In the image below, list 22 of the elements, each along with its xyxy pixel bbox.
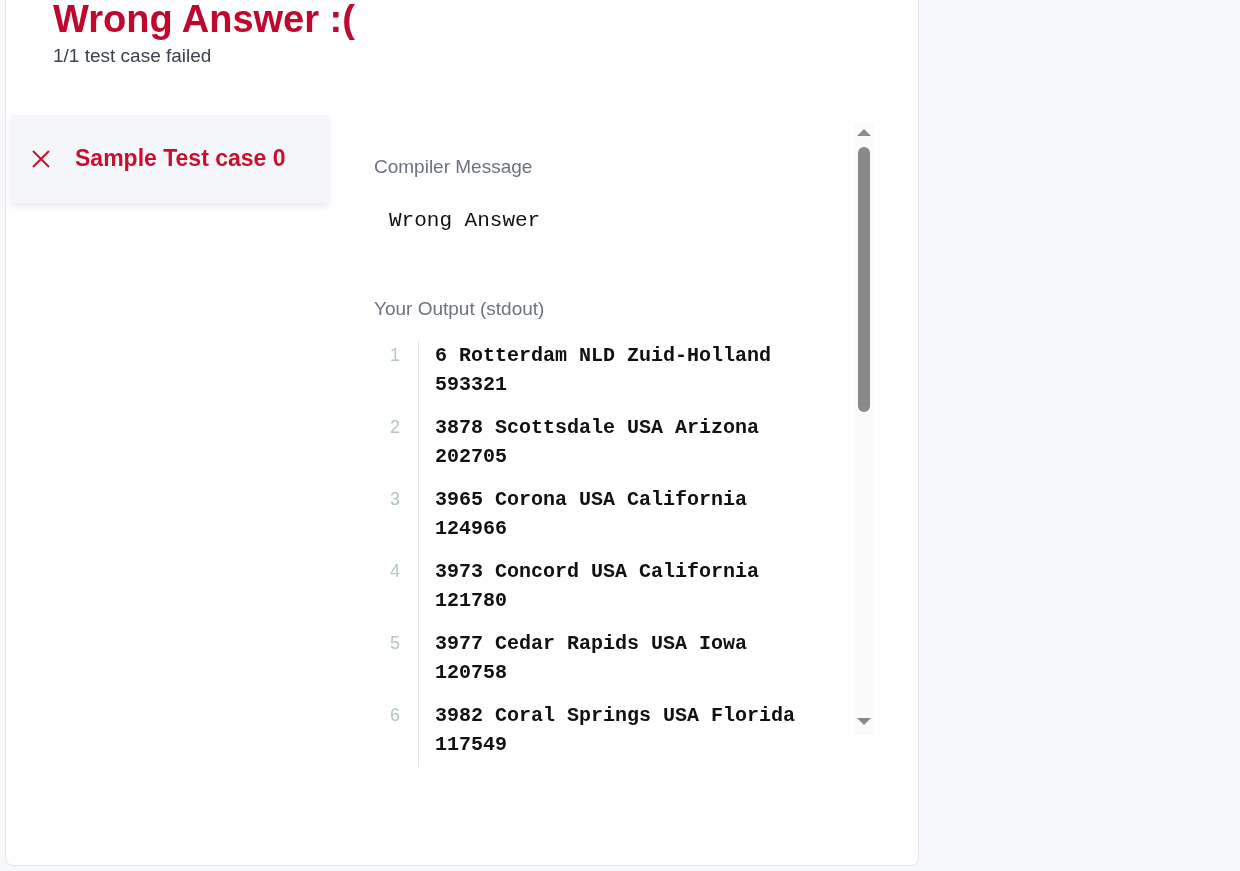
scrollbar-thumb[interactable]: [858, 146, 870, 412]
close-icon: [31, 148, 51, 169]
line-number: 5: [389, 632, 401, 655]
scroll-down-icon[interactable]: [857, 716, 871, 727]
output-line: 3982 Coral Springs USA Florida 117549: [418, 701, 818, 767]
line-number: 1: [389, 344, 401, 367]
line-number: 3: [389, 488, 401, 511]
result-title: Wrong Answer :(: [53, 0, 356, 40]
output-line: 6 Rotterdam NLD Zuid-Holland 593321: [418, 341, 818, 413]
line-number: 6: [389, 704, 401, 727]
compiler-message-label: Compiler Message: [374, 154, 534, 179]
result-subtitle: 1/1 test case failed: [53, 44, 213, 68]
output-line: 3965 Corona USA California 124966: [418, 485, 818, 557]
output-line: 3977 Cedar Rapids USA Iowa 120758: [418, 629, 818, 701]
line-number: 2: [389, 416, 401, 439]
scroll-up-icon[interactable]: [857, 126, 871, 137]
line-number: 4: [389, 560, 401, 583]
compiler-message: Wrong Answer: [388, 208, 542, 234]
output-label: Your Output (stdout): [374, 296, 546, 321]
test-case-tab[interactable]: Sample Test case 0: [11, 114, 329, 203]
output-line: 3878 Scottsdale USA Arizona 202705: [418, 413, 818, 485]
output-line: 3973 Concord USA California 121780: [418, 557, 818, 629]
